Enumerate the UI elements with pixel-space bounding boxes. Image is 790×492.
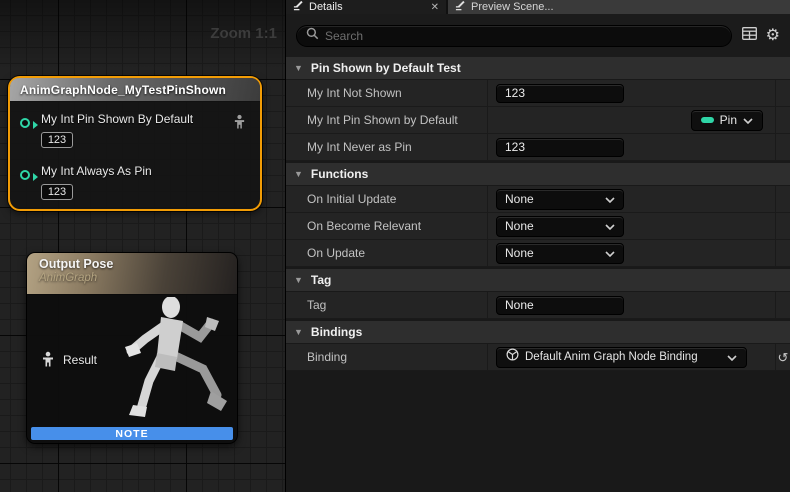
chevron-down-icon: ▼ — [294, 169, 303, 179]
details-tabbar: Details ✕ Preview Scene... — [286, 0, 790, 14]
section-header-pin-shown[interactable]: ▼ Pin Shown by Default Test — [286, 57, 790, 80]
property-label: On Initial Update — [307, 192, 396, 206]
chevron-down-icon: ▼ — [294, 275, 303, 285]
on-become-relevant-dropdown[interactable]: None — [496, 216, 624, 237]
chevron-down-icon — [605, 244, 615, 262]
tab-details[interactable]: Details ✕ — [286, 0, 446, 14]
note-label: NOTE — [115, 428, 148, 440]
chevron-down-icon — [743, 111, 753, 129]
row-binding: Binding Default Anim Graph Node Binding … — [286, 344, 790, 371]
result-pin-label: Result — [63, 353, 97, 367]
row-on-update: On Update None — [286, 240, 790, 267]
graph-node-output-pose[interactable]: Output Pose AnimGraph — [26, 252, 238, 444]
details-panel: Details ✕ Preview Scene... — [286, 0, 790, 492]
property-label: Tag — [307, 298, 326, 312]
tab-label: Preview Scene... — [471, 1, 554, 13]
section-header-bindings[interactable]: ▼ Bindings — [286, 321, 790, 344]
chevron-down-icon — [605, 190, 615, 208]
details-search-row: ⚙ — [286, 14, 790, 57]
property-label: Binding — [307, 350, 347, 364]
property-label: My Int Not Shown — [307, 86, 402, 100]
search-input[interactable] — [325, 29, 722, 43]
graph-node-mytestpinshown[interactable]: AnimGraphNode_MyTestPinShown My Int Pin … — [8, 76, 262, 211]
result-pin-row[interactable]: Result — [41, 351, 97, 368]
pin-row-always-as-pin: My Int Always As Pin 123 — [20, 162, 152, 200]
tab-preview-scene[interactable]: Preview Scene... — [448, 0, 790, 14]
node-header[interactable]: AnimGraphNode_MyTestPinShown — [10, 78, 260, 102]
pin-row-shown-by-default: My Int Pin Shown By Default 123 — [20, 110, 193, 148]
chevron-down-icon: ▼ — [294, 63, 303, 73]
chevron-down-icon: ▼ — [294, 327, 303, 337]
binding-dropdown[interactable]: Default Anim Graph Node Binding — [496, 347, 747, 368]
int-pin-icon[interactable] — [20, 118, 30, 128]
anim-blueprint-editor: Zoom 1:1 AnimGraphNode_MyTestPinShown My… — [0, 0, 790, 492]
note-bar[interactable]: NOTE — [31, 427, 233, 440]
row-my-int-not-shown: My Int Not Shown — [286, 80, 790, 107]
settings-gear-icon[interactable]: ⚙ — [766, 28, 780, 44]
my-int-never-as-pin-input[interactable] — [496, 138, 624, 157]
property-label: My Int Pin Shown by Default — [307, 113, 458, 127]
section-header-tag[interactable]: ▼ Tag — [286, 269, 790, 292]
search-box[interactable] — [296, 25, 732, 47]
pin-pill-icon — [701, 117, 714, 123]
pose-figure-icon — [233, 114, 246, 130]
node-header[interactable]: Output Pose AnimGraph — [27, 253, 237, 295]
my-int-not-shown-input[interactable] — [496, 84, 624, 103]
anim-graph-canvas[interactable]: Zoom 1:1 AnimGraphNode_MyTestPinShown My… — [0, 0, 285, 492]
on-update-dropdown[interactable]: None — [496, 243, 624, 264]
search-icon — [306, 27, 319, 45]
zoom-level-label: Zoom 1:1 — [210, 25, 277, 42]
pin-default-value[interactable]: 123 — [41, 184, 73, 200]
property-sections: ▼ Pin Shown by Default Test My Int Not S… — [286, 57, 790, 371]
pin-default-value[interactable]: 123 — [41, 132, 73, 148]
pin-label: My Int Pin Shown By Default — [41, 112, 193, 126]
row-my-int-pin-shown-by-default: My Int Pin Shown by Default Pin — [286, 107, 790, 134]
row-on-become-relevant: On Become Relevant None — [286, 213, 790, 240]
property-label: On Update — [307, 246, 365, 260]
details-tab-icon — [293, 0, 304, 14]
chevron-down-icon — [727, 348, 737, 366]
close-tab-icon[interactable]: ✕ — [431, 2, 439, 13]
reset-to-default-icon[interactable]: ↺ — [778, 351, 789, 364]
pin-combo-button[interactable]: Pin — [691, 110, 763, 131]
section-header-functions[interactable]: ▼ Functions — [286, 163, 790, 186]
running-mannequin-figure — [107, 297, 235, 432]
int-pin-icon[interactable] — [20, 170, 30, 180]
on-initial-update-dropdown[interactable]: None — [496, 189, 624, 210]
node-title: Output Pose — [39, 257, 237, 271]
pin-label: My Int Always As Pin — [41, 164, 152, 178]
row-my-int-never-as-pin: My Int Never as Pin — [286, 134, 790, 161]
property-label: On Become Relevant — [307, 219, 421, 233]
node-subtitle: AnimGraph — [39, 272, 237, 284]
display-filter-icon[interactable] — [742, 27, 757, 45]
pose-pin-icon[interactable] — [41, 351, 55, 368]
binding-icon — [506, 348, 519, 366]
row-on-initial-update: On Initial Update None — [286, 186, 790, 213]
tab-label: Details — [309, 1, 343, 13]
chevron-down-icon — [605, 217, 615, 235]
node-title: AnimGraphNode_MyTestPinShown — [20, 83, 226, 97]
row-tag: Tag — [286, 292, 790, 319]
preview-tab-icon — [455, 0, 466, 14]
property-label: My Int Never as Pin — [307, 140, 412, 154]
tag-input[interactable] — [496, 296, 624, 315]
